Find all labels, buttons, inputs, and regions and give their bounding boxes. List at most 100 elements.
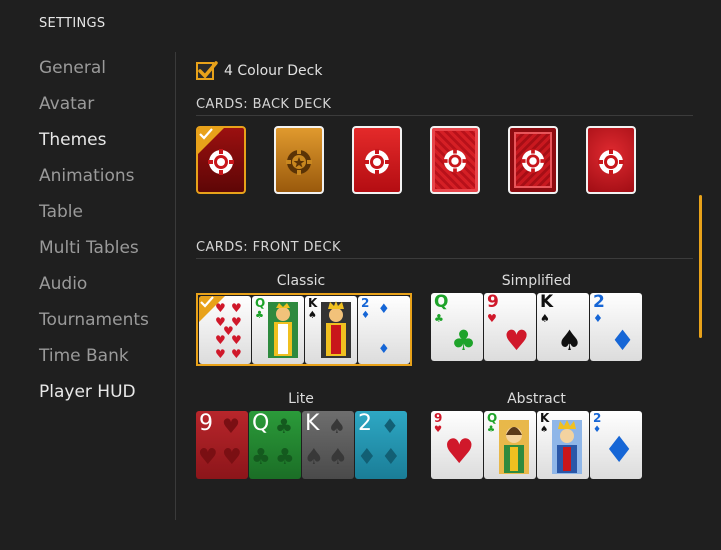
deck-label-classic: Classic xyxy=(276,273,326,289)
diamond-icon: ♦ xyxy=(361,310,370,321)
svg-text:♥: ♥ xyxy=(215,333,226,347)
checkmark-icon xyxy=(199,128,213,140)
heart-icon: ♥ xyxy=(434,425,443,435)
club-icon: ♣ xyxy=(275,414,293,438)
deck-label-lite: Lite xyxy=(288,391,314,407)
settings-nav: General Avatar Themes Animations Table M… xyxy=(39,55,149,415)
front-deck-heading: CARDS: FRONT DECK xyxy=(196,240,341,255)
checkmark-icon xyxy=(198,61,218,79)
queen-face-icon xyxy=(268,302,298,358)
back-card-orange-gold-chip[interactable] xyxy=(274,126,324,194)
back-deck-heading: CARDS: BACK DECK xyxy=(196,97,332,112)
club-icon: ♣ xyxy=(451,324,477,357)
nav-item-player-hud[interactable]: Player HUD xyxy=(39,379,149,415)
spade-icon: ♠ xyxy=(540,425,549,435)
card-9-hearts: 9 ♥ ♥ ♥ xyxy=(196,411,248,479)
deck-abstract[interactable]: 9 ♥ ♥ Q ♣ K ♠ 2 ♦ ♦ xyxy=(431,411,642,479)
four-colour-deck-checkbox[interactable] xyxy=(196,61,218,80)
diamond-icon: ♦ xyxy=(603,430,636,471)
back-card-red-chip[interactable] xyxy=(352,126,402,194)
card-king-spades: K ♠ xyxy=(305,296,357,364)
card-2-diamonds: 2 ♦ ♦ ♦ xyxy=(358,296,410,364)
card-queen-clubs: Q ♣ xyxy=(484,411,536,479)
nav-item-animations[interactable]: Animations xyxy=(39,163,149,199)
deck-label-simplified: Simplified xyxy=(501,273,572,289)
svg-text:♥: ♥ xyxy=(231,333,242,347)
back-card-red-textured[interactable] xyxy=(586,126,636,194)
card-2-diamonds: 2 ♦ ♦ xyxy=(590,411,642,479)
heart-icon: ♥ xyxy=(504,324,530,357)
card-9-hearts: ♥ ♥ ♥ ♥ ♥ ♥ ♥ ♥ ♥ xyxy=(199,296,251,364)
nav-item-avatar[interactable]: Avatar xyxy=(39,91,149,127)
card-queen-clubs: Q ♣ xyxy=(252,296,304,364)
spade-icon: ♠ xyxy=(540,312,550,325)
card-queen-clubs: Q ♣ ♣ xyxy=(431,293,483,361)
nav-item-audio[interactable]: Audio xyxy=(39,271,149,307)
diamond-icon: ♦ xyxy=(381,445,401,470)
settings-title: SETTINGS xyxy=(39,16,106,31)
club-icon: ♣ xyxy=(255,310,264,321)
scrollbar-thumb[interactable] xyxy=(699,195,702,338)
heart-icon: ♥ xyxy=(222,445,242,470)
front-deck-divider xyxy=(196,258,693,259)
diamond-icon: ♦ xyxy=(357,445,377,470)
spade-icon: ♠ xyxy=(328,445,348,470)
deck-simplified[interactable]: Q ♣ ♣ 9 ♥ ♥ K ♠ ♠ 2 ♦ ♦ xyxy=(431,293,642,361)
club-icon: ♣ xyxy=(434,312,444,325)
spade-icon: ♠ xyxy=(328,414,346,438)
card-2-diamonds: 2 ♦ ♦ xyxy=(590,293,642,361)
diamond-icon: ♦ xyxy=(381,414,399,438)
four-colour-deck-option[interactable]: 4 Colour Deck xyxy=(196,61,323,80)
heart-icon: ♥ xyxy=(444,432,475,472)
svg-text:♥: ♥ xyxy=(231,301,242,315)
back-card-dark-red-chip[interactable] xyxy=(196,126,246,194)
spade-icon: ♠ xyxy=(557,324,583,357)
poker-chip-icon xyxy=(364,149,390,175)
card-2-diamonds: 2 ♦ ♦ ♦ xyxy=(355,411,407,479)
spade-icon: ♠ xyxy=(304,445,324,470)
nav-item-general[interactable]: General xyxy=(39,55,149,91)
heart-icon: ♥ xyxy=(198,445,218,470)
king-face-icon xyxy=(552,420,582,474)
diamond-icon: ♦ xyxy=(593,425,602,435)
nav-item-time-bank[interactable]: Time Bank xyxy=(39,343,149,379)
back-card-red-framed-pattern[interactable] xyxy=(508,126,558,194)
diamond-icon: ♦ xyxy=(378,342,390,357)
nav-item-themes[interactable]: Themes xyxy=(39,127,149,163)
heart-icon: ♥ xyxy=(487,312,497,325)
nav-item-table[interactable]: Table xyxy=(39,199,149,235)
poker-chip-icon xyxy=(286,149,312,175)
spade-icon: ♠ xyxy=(308,310,317,321)
svg-text:♥: ♥ xyxy=(231,347,242,360)
back-deck-divider xyxy=(196,115,693,116)
diamond-icon: ♦ xyxy=(378,302,390,317)
club-icon: ♣ xyxy=(275,445,295,470)
diamond-icon: ♦ xyxy=(610,324,636,357)
club-icon: ♣ xyxy=(487,425,496,435)
sidebar-divider xyxy=(175,52,176,520)
svg-text:♥: ♥ xyxy=(215,347,226,360)
deck-lite[interactable]: 9 ♥ ♥ ♥ Q ♣ ♣ ♣ K ♠ ♠ ♠ 2 ♦ ♦ ♦ xyxy=(196,411,407,479)
diamond-icon: ♦ xyxy=(593,312,603,325)
four-colour-deck-label: 4 Colour Deck xyxy=(224,63,323,79)
card-9-hearts: 9 ♥ ♥ xyxy=(484,293,536,361)
card-queen-clubs: Q ♣ ♣ ♣ xyxy=(249,411,301,479)
poker-chip-icon xyxy=(598,149,624,175)
nav-item-multi-tables[interactable]: Multi Tables xyxy=(39,235,149,271)
poker-chip-icon xyxy=(520,148,546,174)
back-card-red-pattern[interactable] xyxy=(430,126,480,194)
card-king-spades: K ♠ xyxy=(537,411,589,479)
poker-chip-icon xyxy=(442,148,468,174)
card-king-spades: K ♠ ♠ ♠ xyxy=(302,411,354,479)
king-face-icon xyxy=(321,301,351,358)
queen-face-icon xyxy=(499,420,529,474)
card-9-hearts: 9 ♥ ♥ xyxy=(431,411,483,479)
deck-label-abstract: Abstract xyxy=(507,391,566,407)
deck-classic[interactable]: ♥ ♥ ♥ ♥ ♥ ♥ ♥ ♥ ♥ Q ♣ K ♠ 2 ♦ ♦ ♦ xyxy=(196,293,412,366)
card-king-spades: K ♠ ♠ xyxy=(537,293,589,361)
club-icon: ♣ xyxy=(251,445,271,470)
checkmark-icon xyxy=(200,296,214,308)
nav-item-tournaments[interactable]: Tournaments xyxy=(39,307,149,343)
heart-icon: ♥ xyxy=(222,414,240,438)
back-deck-options xyxy=(196,126,636,194)
